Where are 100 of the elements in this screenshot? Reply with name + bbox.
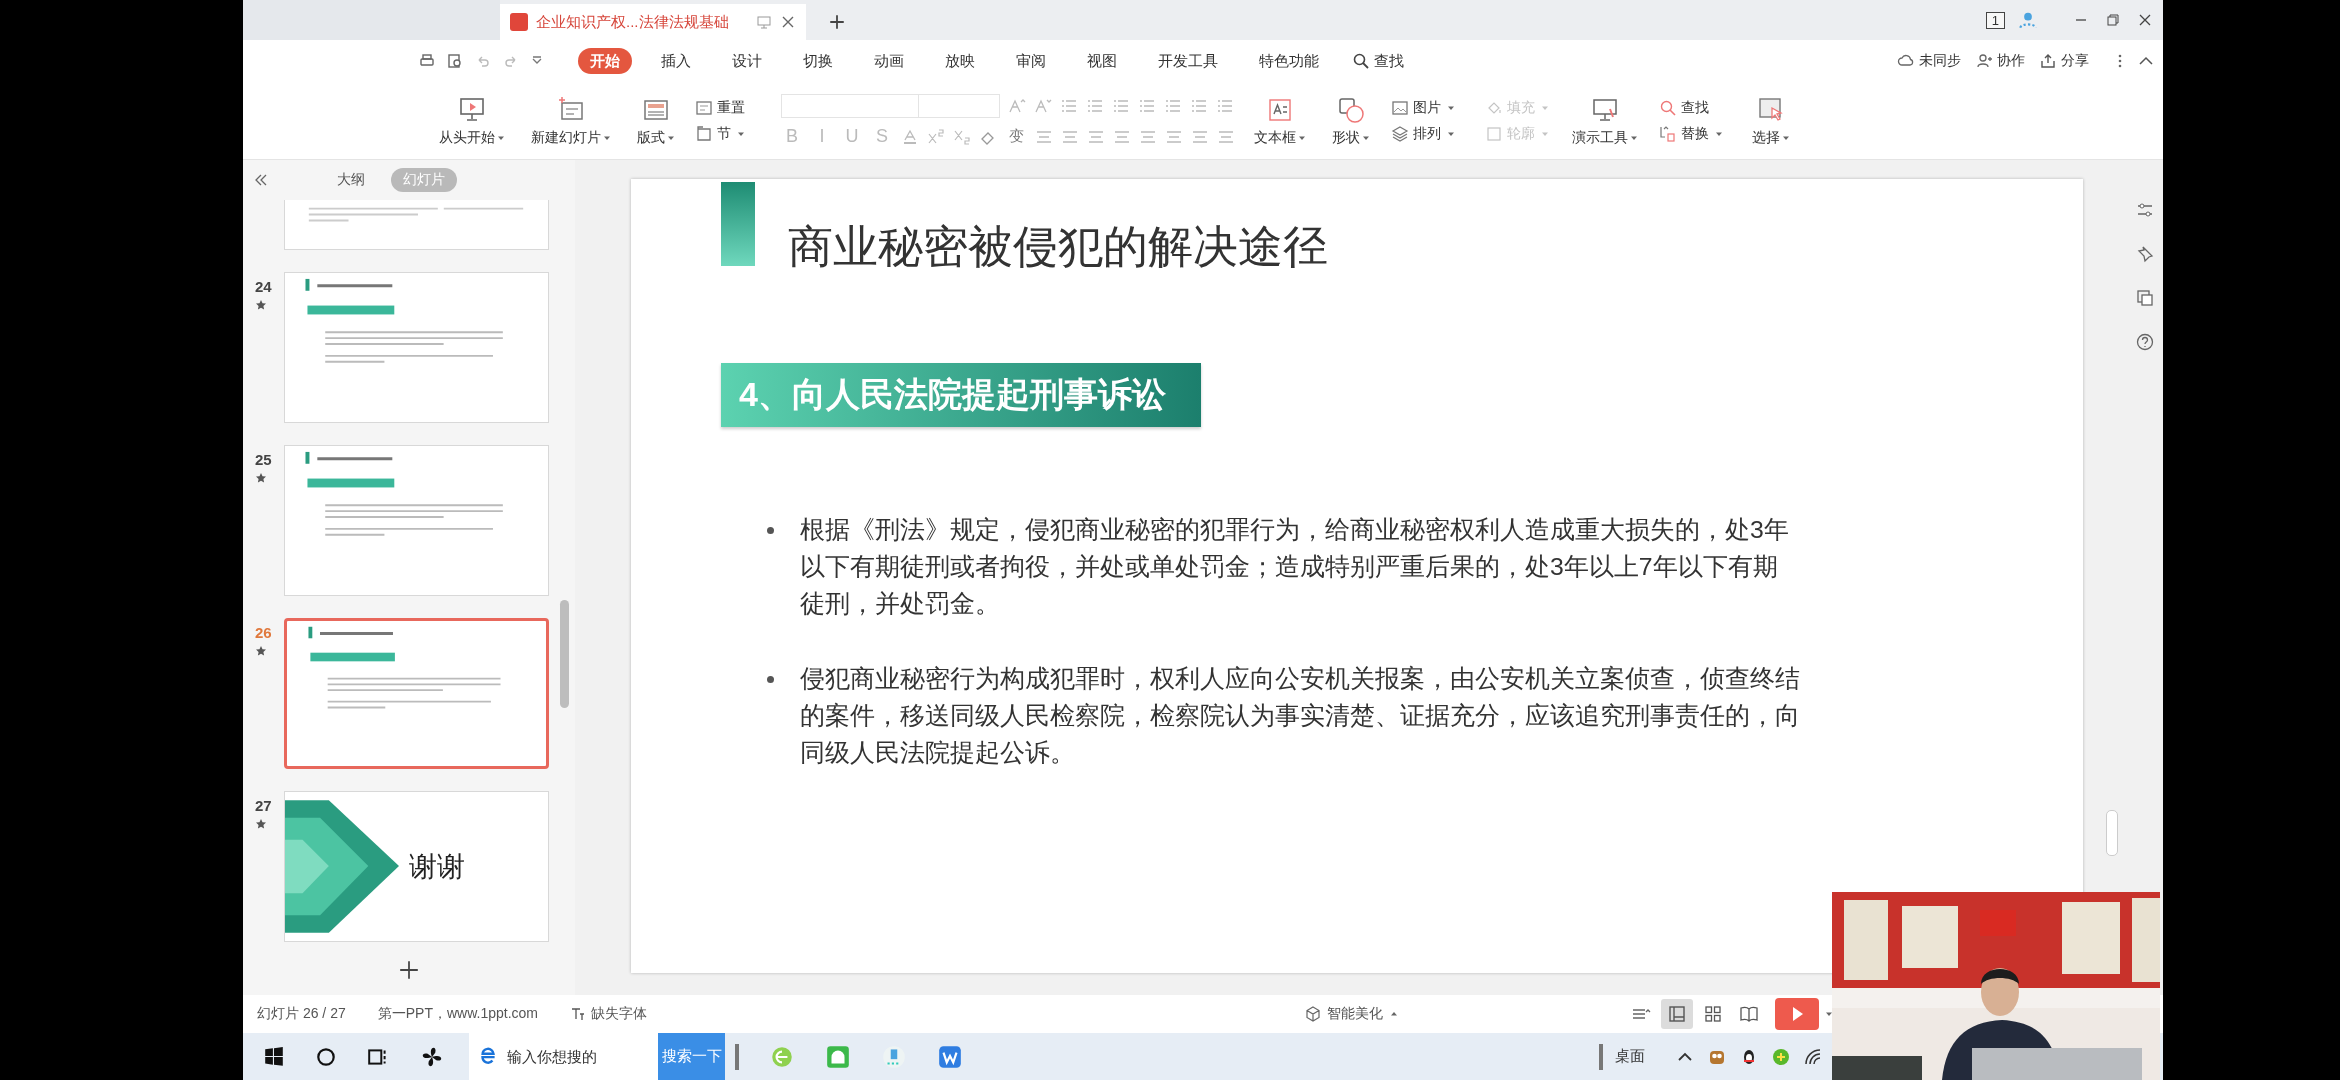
slide-number: 24 (255, 278, 272, 295)
slideshow-from-start-button[interactable]: 从头开始 (433, 94, 511, 147)
caret-icon (1389, 1010, 1398, 1018)
browser-search-field[interactable]: 输入你想搜的 (469, 1033, 658, 1080)
star-icon (255, 645, 267, 657)
presentation-file-icon (510, 13, 528, 31)
copy-icon[interactable] (2134, 288, 2155, 308)
add-slide-icon[interactable] (398, 959, 420, 981)
menu-tab[interactable]: 开发工具 (1146, 48, 1230, 74)
column-icon[interactable] (1190, 97, 1208, 115)
search-circle-icon[interactable] (315, 1045, 337, 1068)
house-app-icon[interactable] (825, 1043, 851, 1070)
document-title: 企业知识产权...法律法规基础 (536, 12, 730, 32)
find-button[interactable]: 查找 (1659, 98, 1731, 117)
line-spacing-icon[interactable] (1164, 97, 1182, 115)
plus-circle-tray-icon[interactable] (1771, 1046, 1791, 1067)
font-icon (569, 1006, 586, 1022)
slide-number: 25 (255, 451, 272, 468)
menu-tab[interactable]: 动画 (862, 48, 916, 74)
help-icon[interactable] (2134, 332, 2155, 352)
scrollbar-thumb[interactable] (2106, 810, 2118, 856)
app-icon[interactable] (881, 1043, 907, 1070)
layout-button[interactable]: 版式 (631, 94, 681, 147)
beautify-button[interactable]: 智能美化 (1303, 1005, 1398, 1023)
page-badge[interactable]: 1 (1985, 11, 2005, 29)
search-icon (1352, 52, 1370, 70)
collapse-panel-icon[interactable] (253, 172, 269, 188)
bullet-text: 侵犯商业秘密行为构成犯罪时，权利人应向公安机关报案，由公安机关立案侦查，侦查终结的案件，移送同级人民检察院，检察院认为事实清楚、证据充分，应该追究刑事责任的，向同级人民法院提起公诉。 (800, 664, 1800, 768)
font-size-field[interactable] (918, 94, 1000, 118)
desktop-label[interactable]: 桌面 (1615, 1047, 1645, 1066)
close-icon[interactable] (780, 14, 796, 30)
new-slide-button[interactable]: 新建幻灯片 (525, 94, 617, 147)
panel-tab[interactable]: 大纲 (325, 168, 377, 192)
restore-icon[interactable] (2105, 12, 2121, 28)
numbered-list-icon[interactable] (1086, 97, 1104, 115)
image-icon (1391, 98, 1409, 117)
share-icon (2039, 52, 2057, 70)
slide-count: 幻灯片 26 / 27 (257, 1005, 346, 1023)
menu-tab[interactable]: 切换 (791, 48, 845, 74)
font-name-field[interactable] (781, 94, 919, 118)
caret-icon[interactable] (1825, 1010, 1833, 1018)
sync-button[interactable]: 未同步 (1897, 52, 1961, 70)
share-button[interactable]: 分享 (2039, 52, 2089, 70)
menu-tab[interactable]: 审阅 (1004, 48, 1058, 74)
text-direction-icon[interactable] (1216, 97, 1234, 115)
monitor-icon[interactable] (756, 14, 772, 30)
outdent-icon[interactable] (1112, 97, 1130, 115)
menu-tab[interactable]: 视图 (1075, 48, 1129, 74)
replace-button[interactable]: 替换 (1659, 124, 1731, 143)
wps-app-icon[interactable] (937, 1043, 963, 1070)
menu-tab[interactable]: 设计 (720, 48, 774, 74)
book-icon (1739, 1004, 1759, 1024)
print-preview-icon[interactable] (446, 52, 464, 70)
section-icon (695, 124, 713, 143)
new-tab-icon[interactable] (828, 13, 846, 31)
menu-tab[interactable]: 插入 (649, 48, 703, 74)
cube-icon (1303, 1005, 1322, 1023)
presenter-tools-button[interactable]: 演示工具 (1565, 94, 1645, 147)
search-icon (1659, 98, 1677, 117)
menu-tab[interactable]: 放映 (933, 48, 987, 74)
slide-thumbnail[interactable]: 谢谢 (284, 791, 549, 942)
select-button[interactable]: 选择 (1745, 94, 1797, 147)
outline-icon (1485, 124, 1503, 143)
bullet-text: 根据《刑法》规定，侵犯商业秘密的犯罪行为，给商业秘密权利人造成重大损失的，处3年以下有期徒刑或者拘役，并处或单处罚金；造成特别严重后果的，处3年以上7年以下有期徒刑，并处罚金。 (800, 515, 1790, 619)
slide-thumbnail[interactable] (284, 618, 549, 769)
menu-tab[interactable]: 特色功能 (1247, 48, 1331, 74)
section-heading: 4、向人民法院提起刑事诉讼 (739, 374, 1166, 415)
search-button[interactable]: 查找 (1352, 51, 1404, 71)
view-button[interactable] (1661, 999, 1693, 1029)
play-button-icon[interactable] (1775, 998, 1819, 1030)
indent-icon[interactable] (1138, 97, 1156, 115)
section-button[interactable]: 节 (695, 124, 767, 143)
add-user-icon (1975, 52, 1993, 70)
collaborate-button[interactable]: 协作 (1975, 52, 2025, 70)
reset-button[interactable]: 重置 (695, 98, 767, 117)
shrink-font-icon[interactable] (1034, 97, 1052, 115)
arrange-button[interactable]: 排列 (1391, 124, 1471, 143)
bullet-list-icon[interactable] (1060, 97, 1078, 115)
windows-start-icon[interactable] (263, 1045, 285, 1068)
normal-view-icon (1667, 1004, 1687, 1024)
shape-button[interactable]: 形状 (1325, 94, 1377, 147)
picture-button[interactable]: 图片 (1391, 98, 1471, 117)
superscript-icon[interactable] (927, 127, 945, 146)
close-icon[interactable] (2137, 12, 2153, 28)
menu-tab[interactable]: 开始 (578, 48, 632, 74)
template-credit: 第一PPT，www.1ppt.com (377, 1005, 538, 1023)
text-effect-button[interactable]: 变 (1005, 127, 1027, 146)
bullet-icon (767, 527, 774, 534)
reset-icon (695, 98, 713, 117)
star-icon (255, 299, 267, 311)
bullet-icon (767, 676, 774, 683)
grid-icon (1703, 1004, 1723, 1024)
slide-number: 26 (255, 624, 272, 641)
star-icon (255, 818, 267, 830)
wifi-icon[interactable] (1803, 1046, 1823, 1067)
document-tab[interactable]: 企业知识产权...法律法规基础 (500, 4, 806, 40)
missing-fonts-button[interactable]: 缺失字体 (569, 1005, 647, 1023)
text-box-button[interactable]: 文本框 (1249, 94, 1311, 147)
grow-font-icon[interactable] (1008, 97, 1026, 115)
scrollbar-thumb[interactable] (560, 600, 569, 708)
